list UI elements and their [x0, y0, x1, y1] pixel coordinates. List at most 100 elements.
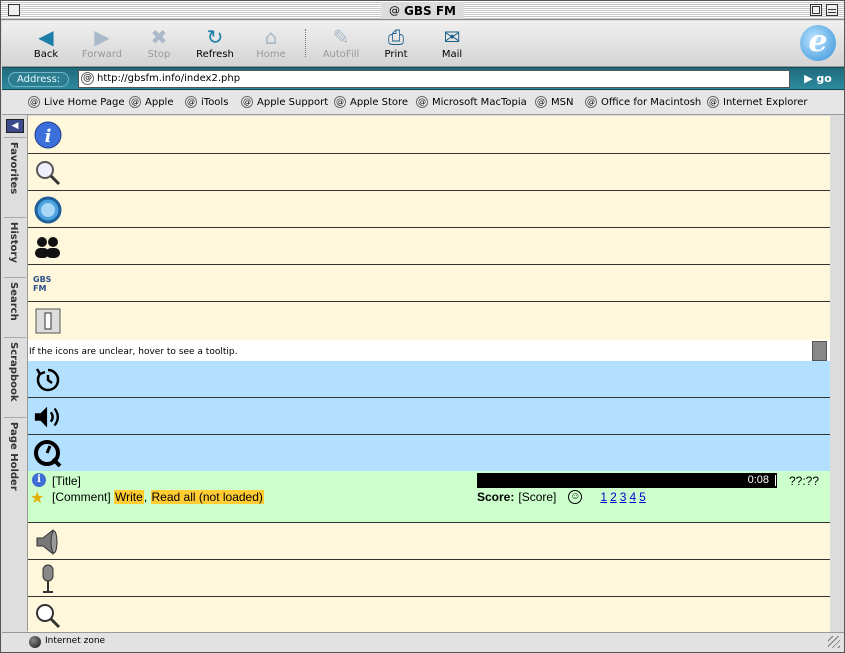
favorite-label: Microsoft MacTopia — [432, 96, 527, 108]
tab-label: Scrapbook — [8, 342, 19, 402]
tab-favorites[interactable]: Favorites — [4, 137, 26, 217]
tab-label: Page Holder — [8, 422, 19, 491]
mail-label: Mail — [441, 49, 463, 60]
nav-row-microphone[interactable] — [28, 560, 830, 597]
at-icon: @ — [707, 96, 719, 108]
favorite-itools[interactable]: @ iTools — [185, 96, 228, 108]
rating-1-link[interactable]: 1 — [600, 490, 607, 504]
nav-row-users[interactable] — [28, 228, 830, 265]
microphone-icon[interactable] — [33, 564, 63, 594]
nav-row-toggle[interactable] — [28, 302, 830, 340]
mail-button[interactable]: ✉ Mail — [424, 25, 480, 60]
progress-bar[interactable]: 0:08 — [477, 473, 777, 488]
smiley-icon: ☺ — [568, 490, 583, 504]
volume-speaker-icon[interactable] — [33, 527, 63, 557]
web-content: i GBS FM If the icons are unclear, hover… — [28, 116, 830, 632]
users-icon[interactable] — [33, 232, 63, 262]
magnifier-icon[interactable] — [33, 601, 63, 631]
favorite-msn[interactable]: @ MSN — [535, 96, 573, 108]
explorer-bar-toggle-icon[interactable]: ◀ — [6, 119, 24, 133]
explorer-bar-tabs: ◀ Favorites History Search Scrapbook Pag… — [2, 115, 28, 631]
progress-cursor — [775, 475, 776, 486]
nav-row-find[interactable] — [28, 597, 830, 632]
score-line: Score: [Score] ☺ 1 2 3 4 5 — [477, 490, 646, 504]
favorite-microsoft-mactopia[interactable]: @ Microsoft MacTopia — [416, 96, 527, 108]
stop-button[interactable]: ✖ Stop — [131, 25, 187, 60]
toolbar: ◀ Back ▶ Forward ✖ Stop ↻ Refresh ⌂ Home… — [2, 21, 844, 67]
favorite-label: MSN — [551, 96, 574, 108]
scrollbar-thumb[interactable] — [812, 341, 827, 361]
quicktime-icon[interactable] — [33, 439, 63, 469]
print-button[interactable]: ⎙ Print — [368, 25, 424, 60]
nav-row-volume[interactable] — [28, 523, 830, 560]
forward-label: Forward — [81, 49, 123, 60]
autofill-label: AutoFill — [322, 49, 360, 60]
at-icon: @ — [28, 96, 40, 108]
address-input[interactable]: @ http://gbsfm.info/index2.php — [78, 70, 790, 88]
favorite-label: Apple Support — [257, 96, 329, 108]
gbsfm-logo-text: GBS FM — [33, 275, 52, 293]
favorite-office-for-macintosh[interactable]: @ Office for Macintosh — [585, 96, 701, 108]
speaker-icon[interactable] — [33, 402, 63, 432]
address-bar: Address: @ http://gbsfm.info/index2.php … — [2, 67, 844, 90]
back-button[interactable]: ◀ Back — [18, 25, 74, 60]
address-url: http://gbsfm.info/index2.php — [97, 73, 241, 84]
go-button[interactable]: ▶ go — [796, 71, 840, 87]
rating-2-link[interactable]: 2 — [610, 490, 617, 504]
zoom-box[interactable] — [810, 4, 822, 16]
collapse-box[interactable] — [826, 4, 838, 16]
rating-5-link[interactable]: 5 — [639, 490, 646, 504]
svg-text:i: i — [45, 126, 52, 147]
gbsfm-logo-icon[interactable]: GBS FM — [33, 269, 65, 299]
history-icon[interactable] — [33, 365, 63, 395]
favorite-internet-explorer[interactable]: @ Internet Explorer — [707, 96, 808, 108]
resize-grip-icon[interactable] — [828, 636, 840, 648]
star-icon[interactable]: ★ — [30, 488, 44, 507]
magnifier-icon[interactable] — [33, 158, 63, 188]
favorite-apple[interactable]: @ Apple — [129, 96, 173, 108]
tab-search[interactable]: Search — [4, 277, 26, 337]
tab-history[interactable]: History — [4, 217, 26, 277]
read-all-link[interactable]: Read all (not loaded) — [150, 490, 264, 504]
nav-row-history[interactable] — [28, 361, 830, 398]
favorite-apple-support[interactable]: @ Apple Support — [241, 96, 328, 108]
favorite-live-home-page[interactable]: @ Live Home Page — [28, 96, 125, 108]
security-zone: Internet zone — [45, 636, 106, 646]
favorite-label: Apple Store — [350, 96, 409, 108]
elapsed-time: 0:08 — [747, 474, 769, 486]
browser-window: @ GBS FM ◀ Back ▶ Forward ✖ Stop ↻ Refre… — [0, 0, 845, 653]
tab-scrapbook[interactable]: Scrapbook — [4, 337, 26, 417]
favorite-apple-store[interactable]: @ Apple Store — [334, 96, 408, 108]
tab-page-holder[interactable]: Page Holder — [4, 417, 26, 497]
nav-row-quicktime[interactable] — [28, 435, 830, 471]
score-value: [Score] — [518, 490, 557, 504]
forward-button[interactable]: ▶ Forward — [74, 25, 130, 60]
at-icon: @ — [535, 96, 547, 108]
info-icon[interactable]: i — [33, 120, 63, 150]
rating-3-link[interactable]: 3 — [620, 490, 627, 504]
title-bar[interactable]: @ GBS FM — [1, 1, 844, 20]
refresh-icon: ↻ — [206, 25, 224, 49]
hint-row: If the icons are unclear, hover to see a… — [28, 340, 830, 361]
rating-4-link[interactable]: 4 — [629, 490, 636, 504]
home-button[interactable]: ⌂ Home — [243, 25, 299, 60]
nav-row-gbsfm[interactable]: GBS FM — [28, 265, 830, 302]
address-label: Address: — [8, 72, 70, 87]
favorite-label: Office for Macintosh — [601, 96, 702, 108]
autofill-icon: ✎ — [332, 25, 350, 49]
nav-row-search[interactable] — [28, 154, 830, 191]
switch-icon[interactable] — [33, 306, 63, 336]
info-icon[interactable]: i — [32, 473, 46, 487]
at-icon: @ — [129, 96, 141, 108]
close-box[interactable] — [8, 4, 20, 16]
globe-refresh-icon[interactable] — [33, 195, 63, 225]
nav-row-info[interactable]: i — [28, 116, 830, 154]
nav-row-audio[interactable] — [28, 398, 830, 435]
now-playing-panel: i [Title] ★ [Comment] Write, Read all (n… — [28, 471, 830, 523]
autofill-button[interactable]: ✎ AutoFill — [313, 25, 369, 60]
globe-icon — [29, 636, 41, 648]
at-icon: @ — [185, 96, 197, 108]
nav-row-refresh[interactable] — [28, 191, 830, 228]
refresh-button[interactable]: ↻ Refresh — [187, 25, 243, 60]
write-link[interactable]: Write — [114, 490, 144, 504]
